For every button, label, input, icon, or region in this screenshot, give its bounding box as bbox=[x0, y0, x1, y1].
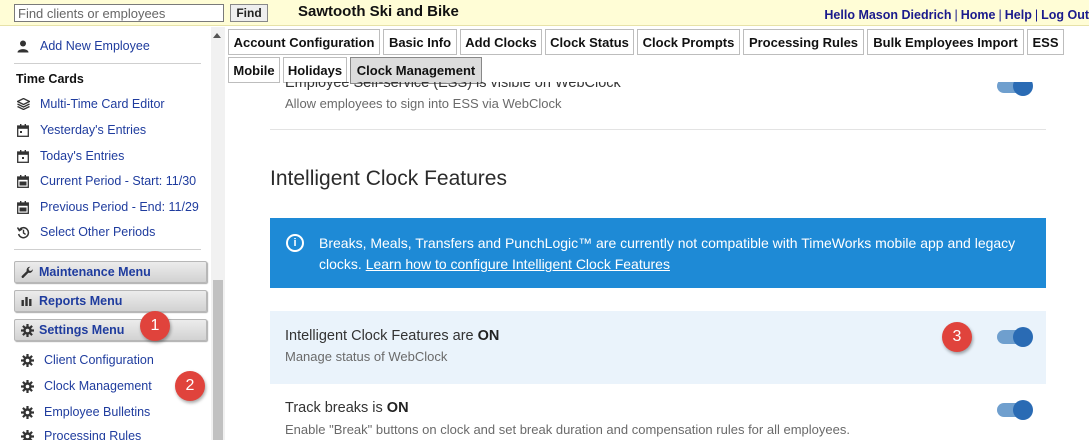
time-cards-heading: Time Cards bbox=[16, 72, 84, 86]
sidebar-item-client-configuration[interactable]: Client Configuration bbox=[20, 351, 154, 369]
sidebar-item-employee-bulletins[interactable]: Employee Bulletins bbox=[20, 403, 150, 421]
add-employee-link[interactable]: Add New Employee bbox=[16, 37, 150, 55]
callout-badge-2: 2 bbox=[175, 371, 205, 401]
tab-add-clocks[interactable]: Add Clocks bbox=[460, 29, 542, 55]
tab-bulk-employees-import[interactable]: Bulk Employees Import bbox=[867, 29, 1024, 55]
callout-badge-1: 1 bbox=[140, 311, 170, 341]
track-breaks-toggle[interactable] bbox=[997, 400, 1033, 420]
greeting-link[interactable]: Hello Mason Diedrich bbox=[824, 8, 951, 22]
tab-clock-status[interactable]: Clock Status bbox=[545, 29, 634, 55]
gear-icon bbox=[20, 405, 34, 419]
callout-badge-3: 3 bbox=[942, 322, 972, 352]
sidebar-item-previous-period[interactable]: Previous Period - End: 11/29 bbox=[16, 198, 199, 216]
reports-menu-button[interactable]: Reports Menu bbox=[14, 290, 207, 312]
section-title: Intelligent Clock Features bbox=[270, 167, 507, 190]
toggle-knob bbox=[1013, 82, 1033, 96]
gear-icon bbox=[21, 323, 34, 337]
icf-status-subtitle: Manage status of WebClock bbox=[285, 349, 448, 364]
calendar-icon bbox=[16, 174, 30, 188]
track-breaks-subtitle: Enable "Break" buttons on clock and set … bbox=[285, 422, 850, 437]
maintenance-menu-button[interactable]: Maintenance Menu bbox=[14, 261, 207, 283]
scroll-thumb[interactable] bbox=[213, 280, 223, 440]
toggle-knob bbox=[1013, 400, 1033, 420]
sidebar-item-yesterdays-entries[interactable]: Yesterday's Entries bbox=[16, 121, 146, 139]
tab-basic-info[interactable]: Basic Info bbox=[383, 29, 457, 55]
divider bbox=[14, 63, 201, 64]
info-icon: i bbox=[286, 234, 304, 252]
gear-icon bbox=[20, 429, 34, 440]
user-links: Hello Mason Diedrich | Home | Help | Log Out bbox=[824, 8, 1089, 22]
sidebar-item-select-other-periods[interactable]: Select Other Periods bbox=[16, 223, 155, 241]
scroll-up-arrow-icon[interactable] bbox=[213, 33, 221, 38]
bar-chart-icon bbox=[21, 296, 34, 307]
wrench-icon bbox=[21, 266, 34, 279]
gear-icon bbox=[20, 353, 34, 367]
home-link[interactable]: Home bbox=[961, 8, 996, 22]
divider bbox=[14, 249, 201, 250]
track-breaks-title: Track breaks is ON bbox=[285, 400, 409, 416]
tab-holidays[interactable]: Holidays bbox=[283, 57, 347, 83]
icf-status-toggle[interactable] bbox=[997, 327, 1033, 347]
info-banner: i Breaks, Meals, Transfers and PunchLogi… bbox=[270, 218, 1046, 288]
configure-icf-link[interactable]: Learn how to configure Intelligent Clock… bbox=[366, 256, 670, 272]
sidebar-item-clock-management[interactable]: Clock Management bbox=[20, 377, 152, 395]
company-name: Sawtooth Ski and Bike bbox=[298, 3, 459, 20]
ess-visible-toggle[interactable] bbox=[997, 82, 1033, 96]
help-link[interactable]: Help bbox=[1005, 8, 1032, 22]
main-content: Employee Self-service (ESS) is visible o… bbox=[226, 82, 1089, 440]
tab-ess[interactable]: ESS bbox=[1027, 29, 1064, 55]
find-button[interactable]: Find bbox=[230, 4, 268, 22]
icf-status-title: Intelligent Clock Features are ON bbox=[285, 328, 500, 344]
history-icon bbox=[16, 225, 30, 239]
divider bbox=[270, 129, 1046, 130]
settings-menu-button[interactable]: Settings Menu bbox=[14, 319, 207, 341]
tab-clock-prompts[interactable]: Clock Prompts bbox=[637, 29, 740, 55]
search-input[interactable] bbox=[14, 4, 224, 22]
sidebar-item-processing-rules[interactable]: Processing Rules bbox=[20, 427, 141, 440]
tab-clock-management[interactable]: Clock Management bbox=[350, 57, 482, 84]
calendar-icon bbox=[16, 200, 30, 214]
tab-mobile[interactable]: Mobile bbox=[228, 57, 280, 83]
ess-visible-subtitle: Allow employees to sign into ESS via Web… bbox=[285, 96, 562, 111]
sidebar-item-todays-entries[interactable]: Today's Entries bbox=[16, 147, 124, 165]
icf-status-row bbox=[270, 311, 1046, 384]
sidebar-item-multi-time-card-editor[interactable]: Multi-Time Card Editor bbox=[16, 95, 165, 113]
tab-processing-rules[interactable]: Processing Rules bbox=[743, 29, 864, 55]
logout-link[interactable]: Log Out bbox=[1041, 8, 1089, 22]
sidebar-item-current-period[interactable]: Current Period - Start: 11/30 bbox=[16, 172, 196, 190]
user-icon bbox=[16, 39, 30, 53]
top-bar: Find Sawtooth Ski and Bike Hello Mason D… bbox=[0, 0, 1089, 26]
calendar-icon bbox=[16, 123, 30, 137]
tab-account-configuration[interactable]: Account Configuration bbox=[228, 29, 380, 55]
layers-icon bbox=[16, 97, 30, 111]
info-banner-text: Breaks, Meals, Transfers and PunchLogic™… bbox=[319, 235, 1016, 272]
gear-icon bbox=[20, 379, 34, 393]
toggle-knob bbox=[1013, 327, 1033, 347]
calendar-icon bbox=[16, 149, 30, 163]
ess-visible-title: Employee Self-service (ESS) is visible o… bbox=[285, 82, 621, 91]
